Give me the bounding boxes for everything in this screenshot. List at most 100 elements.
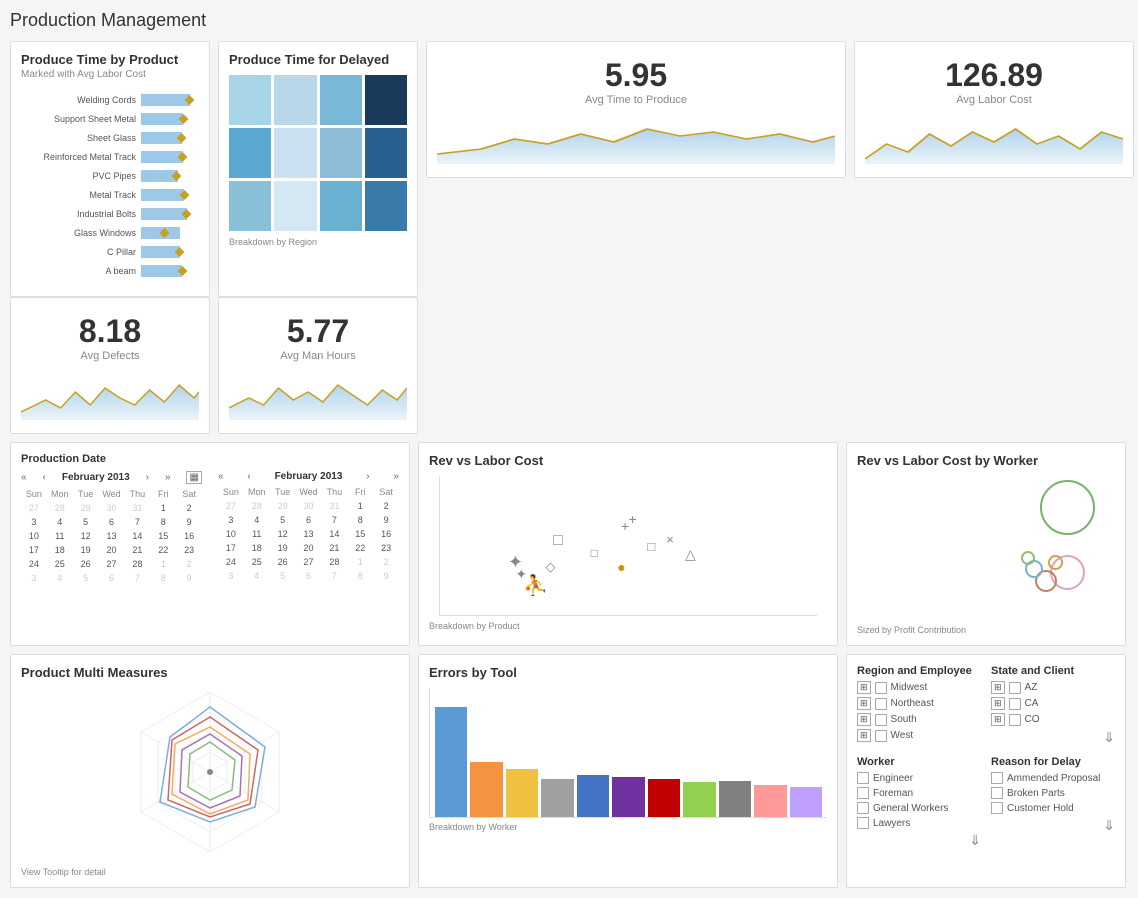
cal2-month: February 2013 <box>275 471 343 482</box>
rev-labor-worker-subtitle: Sized by Profit Contribution <box>857 625 1115 635</box>
region-employee-title: Region and Employee <box>857 665 981 677</box>
scatter-symbol-12: ⛹ <box>523 573 548 598</box>
legend-broken-parts[interactable]: Broken Parts <box>991 787 1115 799</box>
metric-avg-labor-label: Avg Labor Cost <box>865 94 1123 106</box>
legend-expand-co[interactable]: ⊞ <box>991 713 1005 726</box>
legend-expand-ca[interactable]: ⊞ <box>991 697 1005 710</box>
row2: 8.18 Avg Defects 5.77 Avg Man Hours <box>10 297 1128 434</box>
dual-calendar: « ‹ February 2013 › » ▦ Sun Mon Tue Wed … <box>21 471 399 585</box>
cal1-prev[interactable]: ‹ <box>43 472 46 483</box>
rev-labor-worker-card: Rev vs Labor Cost by Worker Sized by Pro… <box>846 442 1126 646</box>
rev-labor-scatter: □ ◇ + □ × + ✦ ✦ ● △ □ ⛹ <box>439 476 817 616</box>
cal1-range-icon[interactable]: ▦ <box>186 471 201 484</box>
calendar-2: « ‹ February 2013 › » Sun Mon Tue Wed Th… <box>218 471 399 585</box>
metric-avg-defects-value: 8.18 <box>21 313 199 350</box>
legend-west[interactable]: ⊞ West <box>857 729 981 742</box>
reason-delay-title: Reason for Delay <box>991 756 1115 768</box>
worker-section: Worker Engineer Foreman General Workers <box>857 756 981 849</box>
rev-labor-card: Rev vs Labor Cost □ ◇ + □ × + ✦ ✦ ● △ □ … <box>418 442 838 646</box>
legend-expand-az[interactable]: ⊞ <box>991 681 1005 694</box>
cal1-next[interactable]: › <box>146 472 149 483</box>
legend-foreman-label: Foreman <box>873 788 913 799</box>
legend-northeast[interactable]: ⊞ Northeast <box>857 697 981 710</box>
bar-3 <box>506 769 538 817</box>
worker-scroll[interactable]: ⇓ <box>857 832 981 849</box>
cal2-prev[interactable]: ‹ <box>247 471 250 482</box>
state-client-scroll[interactable]: ⇓ <box>991 729 1115 746</box>
sparkline-avg-hours <box>229 370 407 420</box>
legend-az[interactable]: ⊞ AZ <box>991 681 1115 694</box>
legend-lawyers-label: Lawyers <box>873 818 910 829</box>
legend-co[interactable]: ⊞ CO <box>991 713 1115 726</box>
rev-labor-worker-title: Rev vs Labor Cost by Worker <box>857 453 1115 468</box>
metric-avg-hours: 5.77 Avg Man Hours <box>218 297 418 434</box>
calendar-card: Production Date « ‹ February 2013 › » ▦ … <box>10 442 410 646</box>
heatmap-subtitle: Breakdown by Region <box>229 237 407 247</box>
rev-labor-subtitle: Breakdown by Product <box>429 621 827 631</box>
legend-midwest[interactable]: ⊞ Midwest <box>857 681 981 694</box>
metric-avg-hours-label: Avg Man Hours <box>229 350 407 362</box>
scatter-symbol-1: □ <box>553 532 563 550</box>
produce-time-row-4: PVC Pipes <box>21 168 199 184</box>
legend-expand-midwest[interactable]: ⊞ <box>857 681 871 694</box>
legend-expand-west[interactable]: ⊞ <box>857 729 871 742</box>
legend-ca[interactable]: ⊞ CA <box>991 697 1115 710</box>
legend-engineer-label: Engineer <box>873 773 913 784</box>
bar-8 <box>683 782 715 817</box>
legend-south-label: South <box>891 714 917 725</box>
legend-general-workers-label: General Workers <box>873 803 948 814</box>
produce-time-subtitle: Marked with Avg Labor Cost <box>21 69 199 80</box>
errors-tool-chart <box>429 688 827 818</box>
cal1-grid: Sun Mon Tue Wed Thu Fri Sat 27 28 29 30 … <box>21 487 202 585</box>
legend-expand-south[interactable]: ⊞ <box>857 713 871 726</box>
legend-engineer[interactable]: Engineer <box>857 772 981 784</box>
reason-scroll[interactable]: ⇓ <box>991 817 1115 834</box>
metric-avg-labor: 126.89 Avg Labor Cost <box>854 41 1134 178</box>
legend-ammended[interactable]: Ammended Proposal <box>991 772 1115 784</box>
produce-time-row-6: Industrial Bolts <box>21 206 199 222</box>
legend-ca-label: CA <box>1025 698 1039 709</box>
legend-midwest-label: Midwest <box>891 682 928 693</box>
sparkline-avg-defects <box>21 370 199 420</box>
bar-10 <box>754 785 786 817</box>
heatmap-cell-7 <box>365 128 407 178</box>
worker-reason-inner: Worker Engineer Foreman General Workers <box>857 756 1115 849</box>
scatter-symbol-10: △ <box>685 546 696 563</box>
metric-avg-defects: 8.18 Avg Defects <box>10 297 210 434</box>
cal1-next-next[interactable]: » <box>165 472 171 483</box>
metric-avg-labor-value: 126.89 <box>865 57 1123 94</box>
scatter-symbol-3: + <box>629 511 637 527</box>
heatmap-grid <box>229 75 407 231</box>
legend-south[interactable]: ⊞ South <box>857 713 981 726</box>
legend-expand-northeast[interactable]: ⊞ <box>857 697 871 710</box>
heatmap-cell-2 <box>320 75 362 125</box>
legend-general-workers[interactable]: General Workers <box>857 802 981 814</box>
metric-avg-defects-label: Avg Defects <box>21 350 199 362</box>
errors-tool-title: Errors by Tool <box>429 665 827 680</box>
cal2-next[interactable]: › <box>366 471 369 482</box>
calendar-title: Production Date <box>21 453 399 465</box>
heatmap-cell-10 <box>320 181 362 231</box>
heatmap-cell-8 <box>229 181 271 231</box>
legend-ammended-label: Ammended Proposal <box>1007 773 1100 784</box>
bubble-large <box>1040 480 1095 535</box>
legend-customer-hold[interactable]: Customer Hold <box>991 802 1115 814</box>
produce-time-row-5: Metal Track <box>21 187 199 203</box>
metric-avg-time-value: 5.95 <box>437 57 835 94</box>
cal1-prev-prev[interactable]: « <box>21 472 27 483</box>
bar-7 <box>648 779 680 817</box>
page-title: Production Management <box>10 10 1128 31</box>
produce-time-row-8: C Pillar <box>21 244 199 260</box>
sparkline-avg-labor <box>865 114 1123 164</box>
cal2-next-next[interactable]: » <box>393 471 399 482</box>
legend-lawyers[interactable]: Lawyers <box>857 817 981 829</box>
legend-west-label: West <box>891 730 914 741</box>
produce-time-title: Produce Time by Product <box>21 52 199 67</box>
heatmap-cell-6 <box>320 128 362 178</box>
cal2-prev-prev[interactable]: « <box>218 471 224 482</box>
metric-avg-time-label: Avg Time to Produce <box>437 94 835 106</box>
legend-foreman[interactable]: Foreman <box>857 787 981 799</box>
bar-9 <box>719 781 751 817</box>
radar-chart <box>120 682 300 862</box>
product-multi-title: Product Multi Measures <box>21 665 399 680</box>
